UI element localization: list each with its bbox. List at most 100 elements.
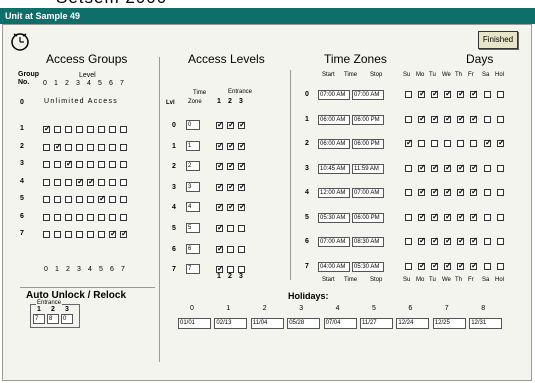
group-3-level-5-checkbox[interactable] — [98, 161, 105, 168]
tz-6-Fr-checkbox[interactable] — [470, 236, 478, 246]
group-7-level-6-checkbox[interactable] — [109, 229, 117, 239]
tz-7-Fr-checkbox[interactable] — [470, 261, 478, 271]
group-7-level-5-checkbox[interactable] — [98, 231, 105, 238]
tz-1-start-field[interactable]: 06:00 AM — [318, 114, 350, 125]
group-2-level-7-checkbox[interactable] — [120, 143, 127, 151]
group-6-level-4-checkbox[interactable] — [87, 213, 94, 221]
auto-unlock-entrance-2-field[interactable]: 8 — [47, 314, 59, 324]
tz-4-Su-checkbox[interactable] — [405, 189, 412, 196]
tz-7-Mo-checkbox[interactable] — [418, 261, 426, 271]
tz-0-Tu-checkbox[interactable] — [431, 89, 439, 99]
group-7-level-3-checkbox[interactable] — [76, 231, 83, 238]
tz-4-Mo-checkbox[interactable] — [418, 187, 426, 197]
tz-1-Fr-checkbox[interactable] — [470, 114, 478, 124]
tz-3-Su-checkbox[interactable] — [405, 164, 412, 172]
tz-5-We-checkbox[interactable] — [444, 212, 452, 222]
group-4-level-2-checkbox[interactable] — [65, 178, 72, 186]
group-5-level-0-checkbox[interactable] — [43, 196, 50, 203]
tz-7-Sa-checkbox[interactable] — [484, 262, 491, 270]
time-zone-field-lvl-5[interactable]: 5 — [186, 223, 200, 233]
tz-6-Hol-checkbox[interactable] — [497, 238, 504, 245]
lvl-1-entrance-2-checkbox[interactable] — [227, 141, 235, 151]
tz-7-Tu-checkbox[interactable] — [431, 261, 439, 271]
time-zone-field-lvl-4[interactable]: 4 — [186, 202, 200, 213]
group-6-level-6-checkbox[interactable] — [109, 213, 116, 221]
lvl-0-entrance-3-checkbox[interactable] — [238, 120, 246, 130]
tz-0-stop-field[interactable]: 07:00 AM — [352, 90, 384, 100]
group-7-level-1-checkbox[interactable] — [54, 231, 61, 238]
tz-6-Sa-checkbox[interactable] — [484, 238, 491, 245]
tz-1-stop-field[interactable]: 06:00 PM — [352, 114, 384, 125]
group-6-level-3-checkbox[interactable] — [76, 213, 83, 221]
group-7-level-4-checkbox[interactable] — [87, 231, 94, 238]
tz-5-Th-checkbox[interactable] — [457, 212, 465, 222]
lvl-3-entrance-3-checkbox[interactable] — [238, 182, 246, 192]
tz-2-start-field[interactable]: 06:00 AM — [318, 139, 350, 149]
tz-2-stop-field[interactable]: 06:00 PM — [352, 139, 384, 149]
tz-1-Sa-checkbox[interactable] — [484, 115, 491, 123]
tz-4-Fr-checkbox[interactable] — [470, 187, 478, 197]
group-4-level-6-checkbox[interactable] — [109, 178, 116, 186]
tz-5-Su-checkbox[interactable] — [405, 213, 412, 221]
group-6-level-5-checkbox[interactable] — [98, 213, 105, 221]
group-4-level-1-checkbox[interactable] — [54, 178, 61, 186]
lvl-6-entrance-2-checkbox[interactable] — [227, 245, 234, 253]
group-3-level-0-checkbox[interactable] — [43, 161, 50, 168]
group-5-level-4-checkbox[interactable] — [87, 196, 94, 203]
tz-3-Tu-checkbox[interactable] — [431, 163, 439, 173]
group-3-level-2-checkbox[interactable] — [65, 159, 73, 169]
group-2-level-6-checkbox[interactable] — [109, 143, 116, 151]
tz-5-Hol-checkbox[interactable] — [497, 213, 504, 221]
group-1-level-4-checkbox[interactable] — [87, 126, 94, 133]
time-zone-field-lvl-3[interactable]: 3 — [186, 181, 200, 192]
tz-6-start-field[interactable]: 07:00 AM — [318, 237, 350, 247]
group-5-level-7-checkbox[interactable] — [120, 196, 127, 203]
holiday-2-field[interactable]: 11/04 — [250, 318, 284, 329]
tz-4-stop-field[interactable]: 07:00 AM — [352, 188, 384, 198]
tz-0-Fr-checkbox[interactable] — [470, 89, 478, 99]
group-5-level-2-checkbox[interactable] — [65, 196, 72, 203]
group-3-level-4-checkbox[interactable] — [87, 161, 94, 168]
tz-0-Sa-checkbox[interactable] — [484, 91, 491, 98]
tz-4-Hol-checkbox[interactable] — [497, 189, 504, 196]
tz-1-Th-checkbox[interactable] — [457, 114, 465, 124]
group-5-level-1-checkbox[interactable] — [54, 196, 61, 203]
auto-unlock-entrance-3-field[interactable]: 0 — [61, 314, 73, 324]
tz-3-stop-field[interactable]: 11:59 AM — [352, 163, 384, 174]
tz-5-Sa-checkbox[interactable] — [484, 213, 491, 221]
tz-0-start-field[interactable]: 07:00 AM — [318, 90, 350, 100]
auto-unlock-entrance-1-field[interactable]: 7 — [33, 314, 45, 324]
tz-2-Tu-checkbox[interactable] — [431, 140, 438, 147]
tz-2-We-checkbox[interactable] — [444, 140, 451, 147]
group-1-level-2-checkbox[interactable] — [65, 126, 72, 133]
lvl-4-entrance-1-checkbox[interactable] — [216, 202, 224, 212]
lvl-5-entrance-3-checkbox[interactable] — [238, 225, 245, 232]
tz-3-Sa-checkbox[interactable] — [484, 164, 491, 172]
tz-6-Th-checkbox[interactable] — [457, 236, 465, 246]
finished-button[interactable]: Finished — [478, 31, 518, 49]
time-zone-field-lvl-2[interactable]: 2 — [186, 161, 200, 172]
lvl-5-entrance-1-checkbox[interactable] — [216, 223, 224, 233]
tz-2-Su-checkbox[interactable] — [405, 138, 413, 148]
group-2-level-2-checkbox[interactable] — [65, 143, 72, 151]
time-zone-field-lvl-1[interactable]: 1 — [186, 140, 200, 151]
lvl-2-entrance-2-checkbox[interactable] — [227, 161, 235, 171]
tz-7-Hol-checkbox[interactable] — [497, 262, 504, 270]
group-1-level-7-checkbox[interactable] — [120, 126, 127, 133]
holiday-0-field[interactable]: 01/01 — [178, 318, 211, 329]
lvl-6-entrance-3-checkbox[interactable] — [238, 245, 245, 253]
lvl-1-entrance-3-checkbox[interactable] — [238, 141, 246, 151]
tz-3-start-field[interactable]: 10:45 AM — [318, 163, 350, 174]
group-3-level-1-checkbox[interactable] — [54, 161, 61, 168]
lvl-3-entrance-2-checkbox[interactable] — [227, 182, 235, 192]
tz-5-start-field[interactable]: 05:30 AM — [318, 212, 350, 223]
group-1-level-3-checkbox[interactable] — [76, 126, 83, 133]
tz-1-We-checkbox[interactable] — [444, 114, 452, 124]
group-1-level-5-checkbox[interactable] — [98, 126, 105, 133]
tz-4-Tu-checkbox[interactable] — [431, 187, 439, 197]
group-2-level-0-checkbox[interactable] — [43, 143, 50, 151]
tz-6-Mo-checkbox[interactable] — [418, 236, 426, 246]
holiday-7-field[interactable]: 12/25 — [432, 318, 466, 329]
lvl-0-entrance-2-checkbox[interactable] — [227, 120, 235, 130]
group-1-level-1-checkbox[interactable] — [54, 126, 61, 133]
